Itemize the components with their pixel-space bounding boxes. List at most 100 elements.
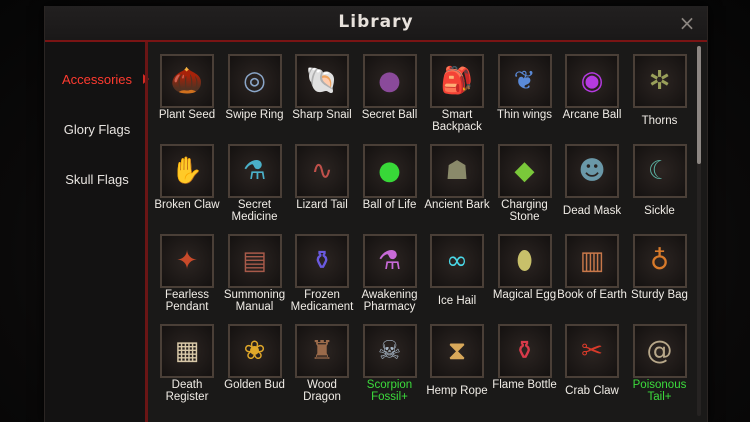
library-item[interactable]: ☻ Dead Mask [558, 138, 626, 224]
library-item[interactable]: ◎ Swipe Ring [221, 48, 289, 134]
item-glyph: ◎ [243, 66, 266, 96]
totem-icon[interactable]: ♜ [295, 324, 349, 378]
item-label: Lizard Tail [296, 199, 348, 211]
library-item[interactable]: ☾ Sickle [626, 138, 694, 224]
close-icon[interactable]: × [677, 13, 697, 33]
wings-icon[interactable]: ❦ [497, 54, 552, 108]
item-glyph: ⚱ [311, 246, 333, 276]
library-item[interactable]: ♜ Wood Dragon [288, 318, 356, 404]
library-item[interactable]: ✦ Fearless Pendant [153, 228, 221, 314]
item-glyph: ✋ [170, 156, 204, 186]
library-item[interactable]: ❦ Thin wings [491, 48, 559, 134]
claw-icon[interactable]: ✋ [160, 144, 214, 198]
item-glyph: ✂ [581, 336, 603, 366]
vial-icon[interactable]: ⚱ [295, 234, 349, 288]
orb-icon[interactable]: ◉ [565, 54, 619, 108]
item-label: Sickle [644, 205, 675, 217]
mask-icon[interactable]: ☻ [565, 144, 619, 198]
item-glyph: ⚗ [377, 246, 402, 276]
item-glyph: ☗ [445, 156, 469, 186]
chain-icon[interactable]: ∞ [430, 234, 484, 288]
sidebar-divider [145, 42, 148, 422]
item-glyph: ❦ [513, 66, 536, 96]
item-glyph: @ [646, 336, 673, 366]
ball-icon[interactable]: ● [362, 54, 417, 108]
stone-icon[interactable]: ◆ [497, 144, 552, 198]
library-item[interactable]: ⚱ Frozen Medicament [288, 228, 356, 314]
tab-skull-flags[interactable]: Skull Flags [51, 160, 143, 198]
item-label: Sturdy Bag [631, 289, 688, 301]
library-item[interactable]: ♁ Sturdy Bag [626, 228, 694, 314]
potion-icon[interactable]: ⚗ [362, 234, 417, 288]
item-label: Crab Claw [565, 385, 619, 397]
library-item[interactable]: ⚗ Awakening Pharmacy [356, 228, 424, 314]
library-item[interactable]: ∞ Ice Hail [423, 228, 491, 314]
library-item[interactable]: ∿ Lizard Tail [288, 138, 356, 224]
library-item[interactable]: ▤ Summoning Manual [221, 228, 289, 314]
scrollbar-thumb[interactable] [697, 46, 701, 164]
library-item[interactable]: ▦ Death Register [153, 318, 221, 404]
item-glyph: ⚱ [513, 336, 536, 366]
item-label: Scorpion Fossil+ [366, 379, 413, 403]
bark-icon[interactable]: ☗ [430, 144, 484, 198]
library-item[interactable]: ✲ Thorns [626, 48, 694, 134]
library-item[interactable]: @ Poisonous Tail+ [626, 318, 694, 404]
item-glyph: ▦ [174, 336, 200, 366]
book-icon[interactable]: ▤ [227, 234, 282, 288]
library-item[interactable]: ☠ Scorpion Fossil+ [356, 318, 424, 404]
bud-icon[interactable]: ❀ [227, 324, 282, 378]
item-label: Charging Stone [501, 199, 548, 223]
window-title: Library [338, 12, 414, 32]
library-item[interactable]: ◉ Arcane Ball [558, 48, 626, 134]
item-grid: 🌰 Plant Seed ◎ Swipe Ring 🐚 Sharp Snail ● Secre… [153, 42, 695, 422]
item-glyph: 🎒 [440, 66, 474, 96]
item-glyph: ● [378, 156, 401, 186]
tab-glory-flags[interactable]: Glory Flags [51, 110, 143, 148]
library-item[interactable]: 🎒 Smart Backpack [423, 48, 491, 134]
crab-claw-icon[interactable]: ✂ [565, 324, 619, 378]
library-item[interactable]: 🐚 Sharp Snail [288, 48, 356, 134]
item-label: Golden Bud [224, 379, 285, 391]
tail-icon[interactable]: ∿ [295, 144, 349, 198]
backpack-icon[interactable]: 🎒 [430, 54, 484, 108]
earth-book-icon[interactable]: ▥ [565, 234, 619, 288]
life-ball-icon[interactable]: ● [362, 144, 417, 198]
library-item[interactable]: ⚱ Flame Bottle [491, 318, 559, 404]
item-glyph: ⬮ [516, 245, 533, 276]
tab-label: Accessories [61, 71, 133, 87]
rope-icon[interactable]: ⧗ [430, 324, 484, 378]
thorns-icon[interactable]: ✲ [632, 54, 687, 108]
item-label: Arcane Ball [562, 109, 622, 121]
library-item[interactable]: ⚗ Secret Medicine [221, 138, 289, 224]
medicine-icon[interactable]: ⚗ [227, 144, 282, 198]
library-item[interactable]: ● Secret Ball [356, 48, 424, 134]
seed-icon[interactable]: 🌰 [160, 54, 214, 108]
bottle-icon[interactable]: ⚱ [497, 324, 552, 378]
egg-icon[interactable]: ⬮ [497, 234, 552, 288]
library-item[interactable]: ⬮ Magical Egg [491, 228, 559, 314]
scroll-icon[interactable]: ▦ [160, 324, 214, 378]
item-glyph: ∿ [311, 156, 333, 186]
library-item[interactable]: ● Ball of Life [356, 138, 424, 224]
sickle-icon[interactable]: ☾ [632, 144, 687, 198]
library-item[interactable]: ⧗ Hemp Rope [423, 318, 491, 404]
library-item[interactable]: ✋ Broken Claw [153, 138, 221, 224]
pendant-icon[interactable]: ✦ [160, 234, 214, 288]
item-label: Secret Medicine [231, 199, 278, 223]
snail-icon[interactable]: 🐚 [295, 54, 349, 108]
bag-icon[interactable]: ♁ [632, 234, 687, 288]
poison-tail-icon[interactable]: @ [632, 324, 687, 378]
library-item[interactable]: ✂ Crab Claw [558, 318, 626, 404]
scorpion-icon[interactable]: ☠ [362, 324, 417, 378]
item-glyph: ♁ [649, 246, 670, 276]
tab-accessories[interactable]: Accessories [51, 60, 149, 98]
item-glyph: ✦ [176, 246, 198, 276]
library-item[interactable]: ◆ Charging Stone [491, 138, 559, 224]
library-item[interactable]: ❀ Golden Bud [221, 318, 289, 404]
item-glyph: ⚗ [242, 156, 267, 186]
ring-icon[interactable]: ◎ [227, 54, 282, 108]
library-item[interactable]: ☗ Ancient Bark [423, 138, 491, 224]
library-item[interactable]: ▥ Book of Earth [557, 228, 627, 314]
library-item[interactable]: 🌰 Plant Seed [153, 48, 221, 134]
item-glyph: ♜ [310, 336, 334, 366]
